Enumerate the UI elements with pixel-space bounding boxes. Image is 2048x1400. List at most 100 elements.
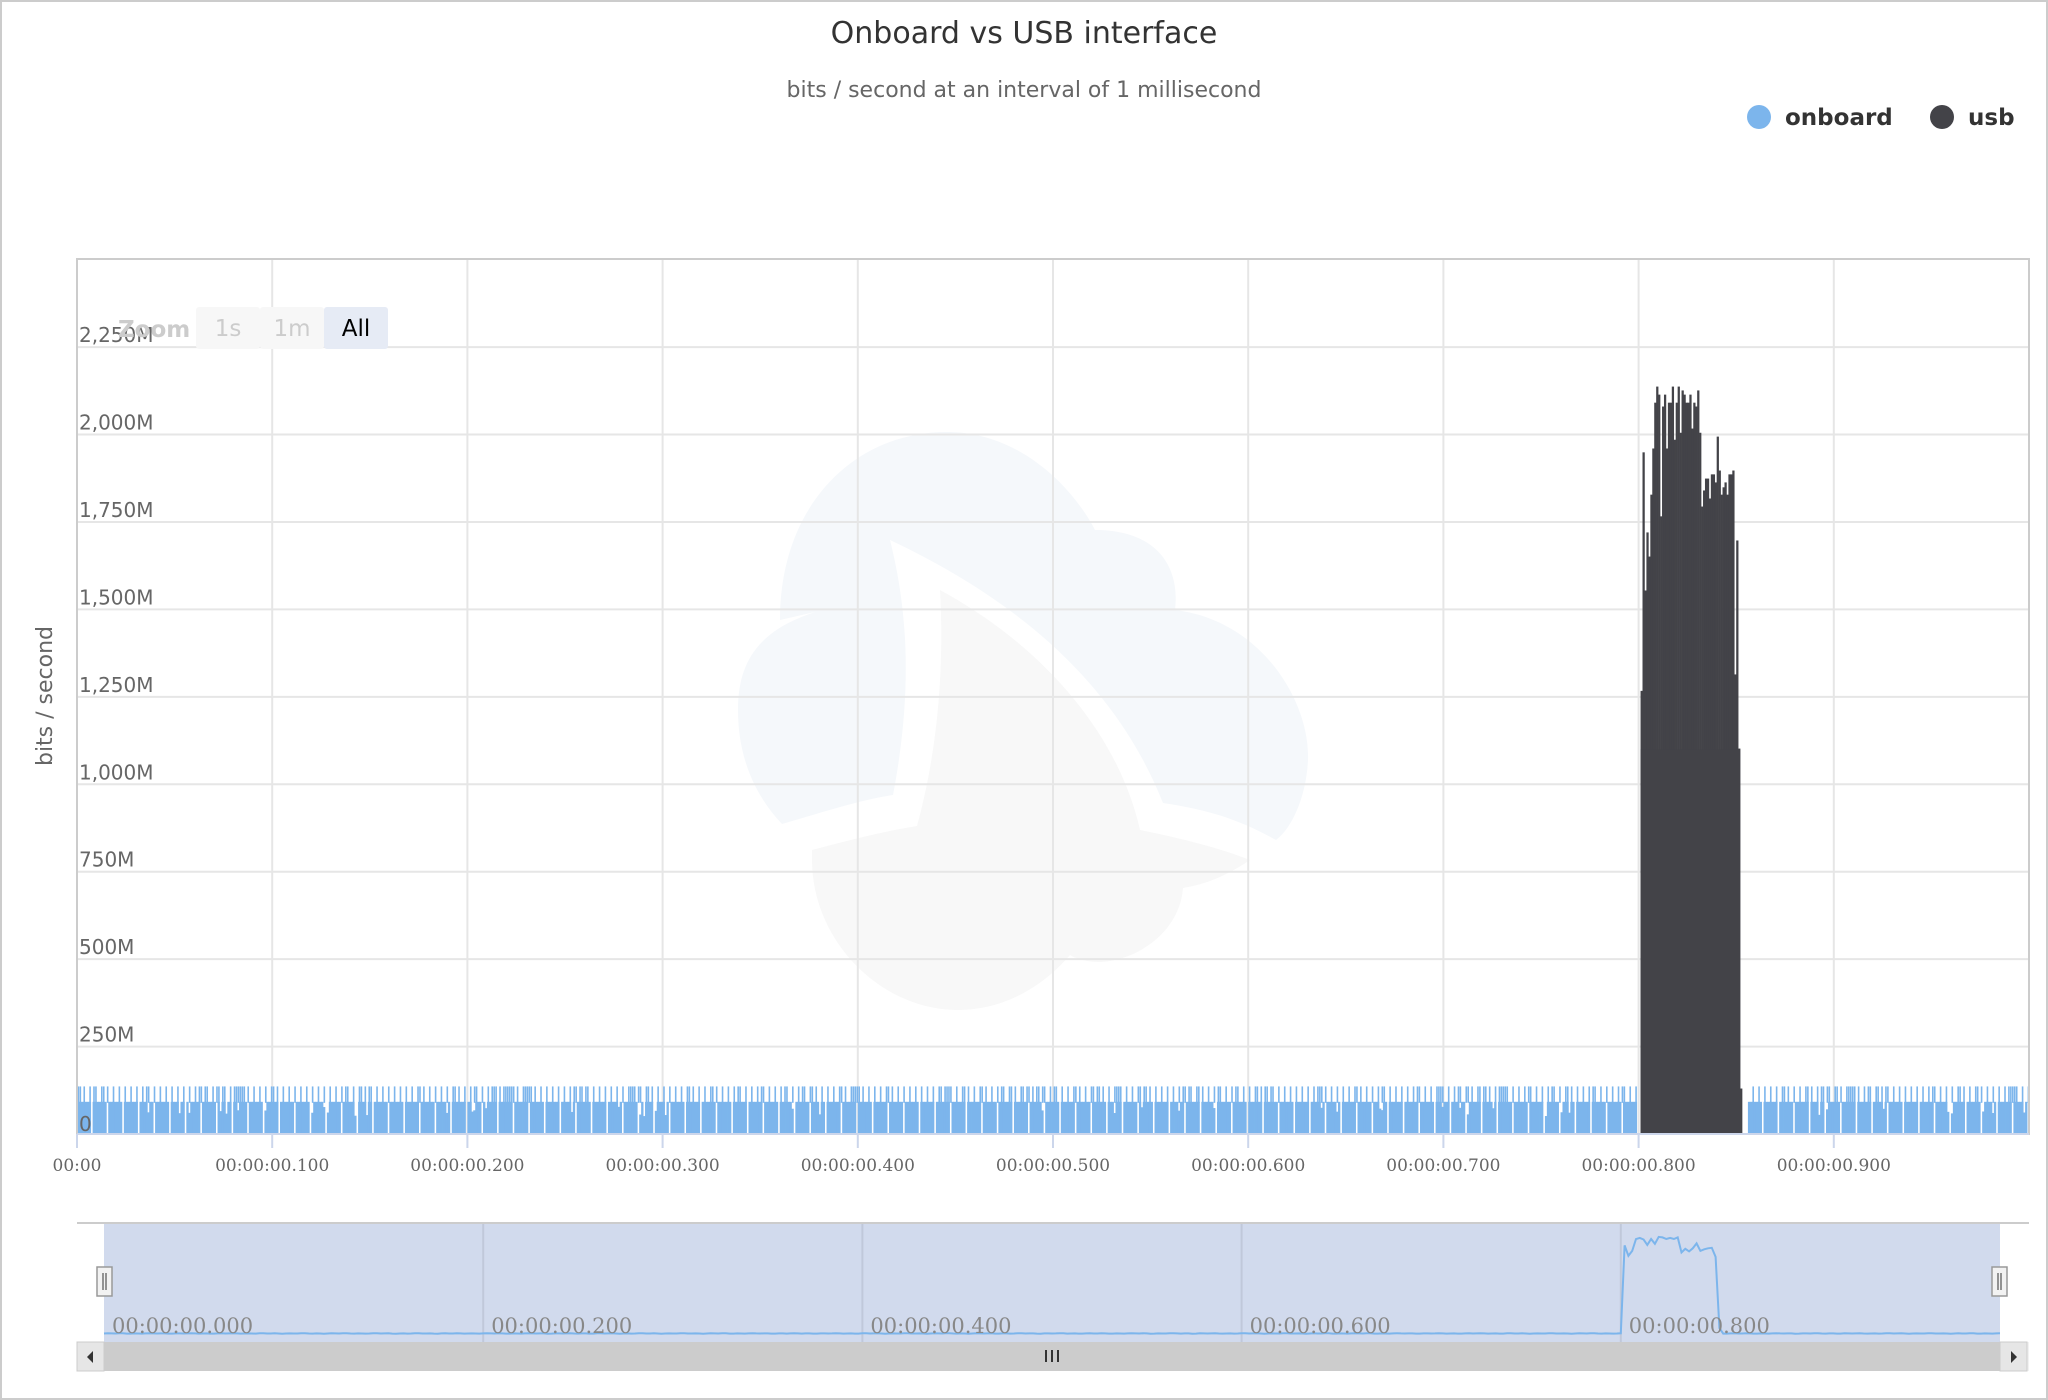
spike-onboard [938, 1086, 941, 1103]
range-button-1s[interactable]: 1s [215, 316, 242, 342]
range-selector-zoom-label: Zoom [118, 317, 190, 343]
y-tick-label: 1,000M [79, 760, 154, 784]
spike-onboard [1118, 1086, 1120, 1103]
spike-onboard [698, 1086, 700, 1103]
bar-onboard [1884, 1101, 1887, 1134]
spike-onboard [768, 1086, 771, 1103]
spike-onboard [651, 1086, 654, 1103]
y-tick-label: 1,250M [79, 673, 154, 697]
bar-onboard [1541, 1101, 1544, 1134]
spike-onboard [222, 1086, 224, 1103]
spike-onboard [93, 1086, 95, 1103]
spike-onboard [1494, 1086, 1497, 1103]
spike-onboard [1877, 1086, 1879, 1103]
chart-title: Onboard vs USB interface [831, 16, 1218, 51]
spike-onboard [270, 1086, 273, 1103]
spike-onboard [784, 1086, 786, 1103]
x-tick-label: 00:00 [53, 1156, 102, 1176]
bar-onboard [1572, 1101, 1575, 1134]
spike-onboard [1319, 1086, 1321, 1103]
bar-onboard [1228, 1101, 1232, 1134]
spike-onboard [272, 1086, 275, 1103]
bar-onboard [1337, 1101, 1341, 1134]
spike-onboard [1041, 1086, 1044, 1103]
spike-onboard [1484, 1086, 1487, 1103]
legend-item-onboard[interactable]: onboard [1747, 105, 1893, 131]
spike-onboard [1822, 1086, 1825, 1103]
spike-onboard [452, 1086, 454, 1103]
bar-onboard [1072, 1101, 1075, 1134]
spike-onboard [1939, 1086, 1942, 1103]
y-tick-label: 1,500M [79, 585, 154, 609]
x-tick-label: 00:00:00.500 [996, 1156, 1110, 1176]
bar-onboard [244, 1101, 248, 1134]
spike-onboard [2004, 1086, 2006, 1103]
spike-onboard [1980, 1086, 1983, 1103]
spike-onboard [253, 1086, 255, 1103]
spike-onboard [329, 1086, 331, 1103]
navigator-handle-left[interactable] [96, 1266, 113, 1297]
spike-onboard [1342, 1086, 1345, 1103]
spike-onboard [393, 1086, 396, 1103]
bar-onboard [463, 1101, 466, 1134]
spike-onboard [981, 1086, 983, 1103]
legend-item-usb[interactable]: usb [1930, 105, 2015, 131]
spike-onboard [879, 1086, 882, 1103]
spike-onboard [1401, 1086, 1403, 1103]
spike-onboard [458, 1086, 460, 1103]
bar-onboard [1197, 1101, 1200, 1134]
spike-onboard [1377, 1086, 1380, 1103]
bar-onboard [744, 1101, 747, 1134]
spike-onboard [1453, 1086, 1456, 1103]
spike-onboard [1010, 1086, 1013, 1103]
spike-onboard [311, 1086, 314, 1103]
bar-onboard [760, 1101, 763, 1134]
range-button-1m[interactable]: 1m [273, 316, 310, 342]
spike-onboard [491, 1086, 494, 1103]
spike-onboard [516, 1086, 519, 1103]
spike-onboard [101, 1086, 103, 1103]
spike-onboard [801, 1086, 804, 1103]
spike-onboard [1551, 1086, 1553, 1103]
bar-onboard [1525, 1101, 1528, 1134]
spike-onboard [216, 1086, 218, 1103]
spike-onboard [885, 1086, 888, 1103]
bar-onboard [588, 1101, 591, 1134]
spike-onboard [1483, 1086, 1485, 1103]
bar-onboard [151, 1101, 154, 1134]
spike-onboard [89, 1086, 91, 1103]
x-axis-ticks [76, 1134, 1835, 1148]
bar-onboard [1900, 1101, 1903, 1134]
spike-onboard [932, 1086, 935, 1103]
y-axis-title: bits / second [33, 626, 58, 766]
spike-onboard [686, 1086, 689, 1103]
spike-onboard [507, 1086, 509, 1103]
range-button-all[interactable]: All [342, 316, 371, 342]
spike-onboard [1875, 1086, 1877, 1103]
spike-onboard [1826, 1086, 1829, 1103]
spike-onboard [815, 1086, 818, 1103]
spike-onboard [546, 1086, 548, 1103]
spike-onboard [1834, 1086, 1836, 1103]
spike-onboard [142, 1086, 144, 1103]
spike-onboard [1000, 1086, 1003, 1103]
spike-onboard [2012, 1086, 2014, 1103]
spike-onboard [106, 1086, 109, 1103]
spike-onboard [985, 1086, 987, 1103]
spike-onboard [909, 1086, 911, 1103]
spike-onboard [688, 1086, 691, 1103]
spike-onboard [405, 1086, 408, 1103]
y-tick-label: 250M [79, 1023, 134, 1047]
spike-onboard [1264, 1086, 1267, 1103]
series-usb [1640, 386, 1743, 1135]
x-axis-labels: 00:00 00:00:00.100 00:00:00.200 00:00:00.30… [53, 1156, 1891, 1176]
bar-onboard [1931, 1101, 1934, 1134]
spike-onboard [1477, 1086, 1479, 1103]
legend-marker-onboard [1747, 105, 1771, 129]
navigator-handle-right[interactable] [1991, 1266, 2008, 1297]
spike-onboard [645, 1086, 648, 1103]
spike-onboard [2015, 1086, 2018, 1103]
spike-onboard [368, 1086, 371, 1103]
spike-onboard [963, 1086, 966, 1103]
spike-onboard [1998, 1086, 2000, 1103]
